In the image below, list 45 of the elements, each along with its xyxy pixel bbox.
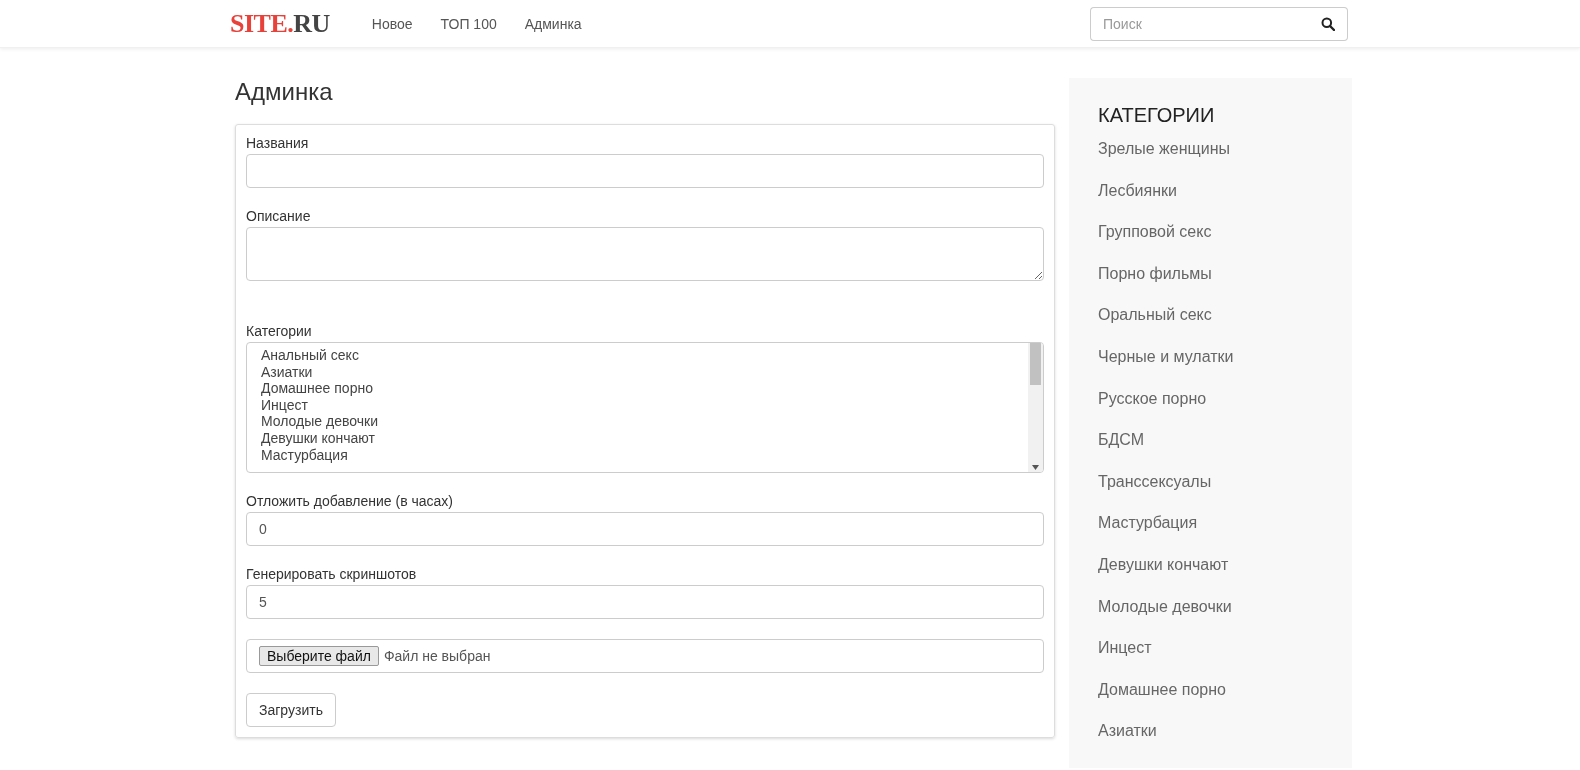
listbox-option[interactable]: Инцест <box>261 396 1014 414</box>
category-link[interactable]: Девушки кончают <box>1098 554 1323 575</box>
field-label: Описание <box>246 208 312 224</box>
file-field[interactable]: Выберите файл Файл не выбран <box>246 639 1044 673</box>
category-link[interactable]: Черные и мулатки <box>1098 346 1323 367</box>
category-link[interactable]: Русское порно <box>1098 388 1323 409</box>
input-field[interactable]: 5 <box>246 585 1044 619</box>
input-field[interactable]: 0 <box>246 512 1044 546</box>
category-link[interactable]: Азиатки <box>1098 721 1323 742</box>
category-link[interactable]: Оральный секс <box>1098 305 1323 326</box>
category-link[interactable]: Молодые девочки <box>1098 596 1323 617</box>
category-link[interactable]: БДСМ <box>1098 430 1323 451</box>
listbox-option[interactable]: Азиатки <box>261 363 1014 381</box>
category-link[interactable]: Инцест <box>1098 638 1323 659</box>
field-label: Названия <box>246 135 310 151</box>
listbox-option[interactable]: Мастурбация <box>261 446 1014 464</box>
scroll-down-icon[interactable] <box>1032 465 1039 470</box>
category-link[interactable]: Мастурбация <box>1098 513 1323 534</box>
textarea-field[interactable] <box>246 227 1044 281</box>
site-logo[interactable]: SITE.RU <box>230 8 330 39</box>
listbox-option[interactable]: Девушки кончают <box>261 429 1014 447</box>
sidebar-title: КАТЕГОРИИ <box>1098 104 1216 127</box>
category-link[interactable]: Порно фильмы <box>1098 263 1323 284</box>
nav-link[interactable]: Новое <box>371 15 413 32</box>
page-title: Админка <box>235 78 334 106</box>
field-label: Отложить добавление (в часах) <box>246 493 454 509</box>
listbox-option[interactable]: Анальный секс <box>261 347 1014 364</box>
listbox-option[interactable]: Домашнее порно <box>261 380 1014 397</box>
field-label: Генерировать скриншотов <box>246 566 418 582</box>
input-field[interactable] <box>246 154 1044 188</box>
scrollbar-thumb[interactable] <box>1030 343 1041 385</box>
category-listbox[interactable]: Анальный секс Азиатки Домашнее порно Инцест Молодые девочки Девушки кончают Мастурбация <box>246 342 1044 473</box>
file-status: Файл не выбран <box>383 648 491 664</box>
category-link[interactable]: Домашнее порно <box>1098 679 1323 700</box>
scrollbar[interactable] <box>1028 343 1043 472</box>
choose-file-button[interactable]: Выберите файл <box>259 646 379 666</box>
category-link[interactable]: Зрелые женщины <box>1098 139 1323 159</box>
upload-button[interactable]: Загрузить <box>246 693 336 727</box>
nav-link[interactable]: ТОП 100 <box>440 15 497 32</box>
category-link[interactable]: Транссексуалы <box>1098 471 1323 492</box>
field-label: Категории <box>246 323 313 339</box>
listbox-option[interactable]: Молодые девочки <box>261 413 1014 430</box>
nav-link[interactable]: Админка <box>524 15 582 32</box>
category-link[interactable]: Лесбиянки <box>1098 180 1323 201</box>
category-link[interactable]: Групповой секс <box>1098 222 1323 243</box>
